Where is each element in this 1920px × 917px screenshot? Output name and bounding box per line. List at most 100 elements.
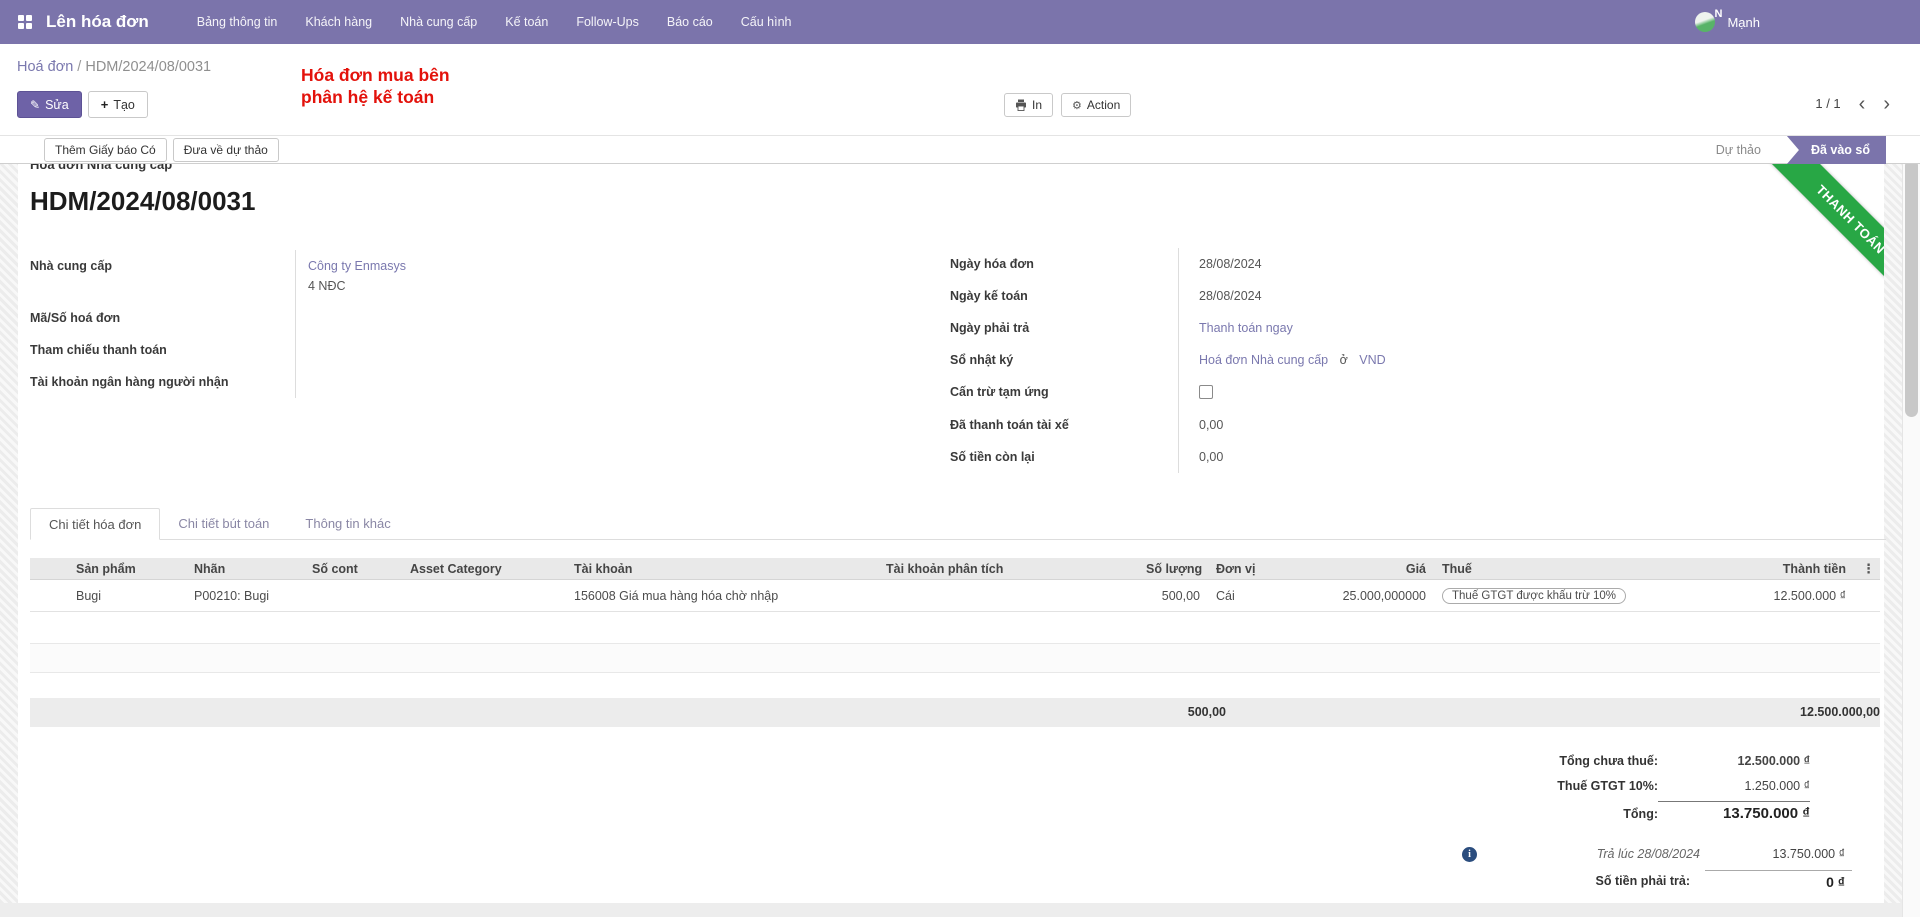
menu-customers[interactable]: Khách hàng [291, 0, 386, 44]
tax-pill[interactable]: Thuế GTGT được khấu trừ 10% [1442, 588, 1626, 604]
reset-to-draft-button[interactable]: Đưa về dự thảo [173, 138, 279, 162]
col-subtotal[interactable]: Thành tiền [1754, 562, 1854, 576]
state-draft[interactable]: Dự thảo [1690, 143, 1787, 157]
edit-create-buttons: ✎ Sửa + Tạo [17, 91, 148, 118]
pager-counter: 1 / 1 [1815, 96, 1840, 111]
col-asset-category[interactable]: Asset Category [402, 562, 566, 576]
navbar-right: 2 N Mạnh [1320, 0, 1920, 44]
notebook-tabs: Chi tiết hóa đơn Chi tiết bút toán Thông… [30, 508, 1886, 540]
print-button[interactable]: In [1004, 93, 1053, 117]
action-button[interactable]: ⚙ Action [1061, 93, 1131, 117]
col-uom[interactable]: Đơn vị [1208, 562, 1270, 576]
invoice-ref-value[interactable] [295, 302, 590, 334]
cell-price[interactable]: 25.000,000000 [1270, 589, 1434, 603]
journal-link[interactable]: Hoá đơn Nhà cung cấp [1199, 353, 1328, 367]
col-tax[interactable]: Thuế [1434, 562, 1754, 576]
menu-dashboard[interactable]: Bảng thông tin [183, 0, 292, 44]
create-button[interactable]: + Tạo [88, 91, 148, 118]
total-amount: 12.500.000,00 [1718, 705, 1880, 719]
state-posted[interactable]: Đã vào sổ [1787, 136, 1886, 164]
vendor-link[interactable]: Công ty Enmasys [308, 259, 406, 273]
invoice-date-value: 28/08/2024 [1178, 248, 1540, 280]
menu-vendors[interactable]: Nhà cung cấp [386, 0, 491, 44]
total-quantity: 500,00 [1118, 705, 1226, 719]
currency-link[interactable]: VND [1359, 353, 1385, 367]
form-sheet: Hóa đơn Nhà cung cấp HDM/2024/08/0031 Nh… [18, 164, 1884, 903]
right-field-group: Ngày hóa đơn 28/08/2024 Ngày kế toán 28/… [950, 248, 1540, 473]
col-price[interactable]: Giá [1270, 562, 1434, 576]
app-title[interactable]: Lên hóa đơn [46, 12, 149, 32]
cell-subtotal: 12.500.000 ₫ [1754, 589, 1854, 603]
menu-reports[interactable]: Báo cáo [653, 0, 727, 44]
offset-advance-label: Cấn trừ tạm ứng [950, 376, 1178, 409]
plus-icon: + [101, 97, 109, 112]
table-totals-band: 500,00 12.500.000,00 [30, 698, 1880, 727]
payment-ref-value[interactable] [295, 334, 590, 366]
vendor-value: Công ty Enmasys 4 NĐC [295, 250, 590, 302]
total-label: Tổng: [1290, 807, 1658, 821]
vendor-sub: 4 NĐC [308, 279, 590, 293]
user-avatar: N [1695, 12, 1715, 32]
annotation-line1: Hóa đơn mua bên [301, 64, 450, 86]
table-row[interactable]: Bugi P00210: Bugi 156008 Giá mua hàng hó… [30, 580, 1880, 612]
pager-prev-icon[interactable]: ‹ [1859, 97, 1866, 111]
bank-account-label: Tài khoản ngân hàng người nhận [30, 366, 295, 398]
driver-paid-value: 0,00 [1178, 409, 1540, 441]
apps-grid-icon[interactable] [18, 15, 32, 29]
invoice-lines-table: Sản phẩm Nhãn Số cont Asset Category Tài… [30, 558, 1880, 612]
tab-journal-items[interactable]: Chi tiết bút toán [160, 508, 287, 539]
accounting-date-value: 28/08/2024 [1178, 280, 1540, 312]
sheet-left-margin [0, 164, 18, 903]
col-account[interactable]: Tài khoản [566, 562, 878, 576]
vertical-scrollbar[interactable]: ▲ [1902, 135, 1920, 917]
col-product[interactable]: Sản phẩm [68, 562, 186, 576]
statusbar: Thêm Giấy báo Có Đưa về dự thảo Dự thảo … [0, 135, 1920, 164]
left-field-group: Nhà cung cấp Công ty Enmasys 4 NĐC Mã/Số… [30, 250, 590, 398]
driver-paid-label: Đã thanh toán tài xế [950, 409, 1178, 441]
cell-uom[interactable]: Cái [1208, 589, 1270, 603]
offset-advance-checkbox[interactable] [1199, 385, 1213, 399]
add-credit-note-button[interactable]: Thêm Giấy báo Có [44, 138, 167, 162]
top-navbar: Lên hóa đơn Bảng thông tin Khách hàng Nh… [0, 0, 1920, 44]
amount-remaining-value: 0,00 [1178, 441, 1540, 473]
cell-quantity[interactable]: 500,00 [1138, 589, 1208, 603]
document-number: HDM/2024/08/0031 [30, 186, 255, 217]
tab-invoice-lines[interactable]: Chi tiết hóa đơn [30, 508, 160, 540]
menu-followups[interactable]: Follow-Ups [562, 0, 653, 44]
user-menu[interactable]: N Mạnh [1695, 0, 1760, 44]
gear-icon: ⚙ [1072, 99, 1082, 112]
scrollbar-thumb[interactable] [1905, 159, 1918, 417]
printer-icon [1015, 99, 1027, 111]
optional-columns-icon[interactable]: ⋮ [1854, 561, 1880, 577]
bank-account-value[interactable] [295, 366, 590, 398]
col-container[interactable]: Số cont [304, 562, 402, 576]
accounting-date-label: Ngày kế toán [950, 280, 1178, 312]
col-quantity[interactable]: Số lượng [1138, 562, 1208, 576]
breadcrumb: Hoá đơn / HDM/2024/08/0031 [17, 59, 211, 75]
untaxed-label: Tổng chưa thuế: [1290, 754, 1658, 768]
offset-advance-value [1178, 376, 1540, 409]
cell-product[interactable]: Bugi [68, 589, 186, 603]
total-value: 13.750.000 ₫ [1658, 801, 1810, 822]
empty-table-row[interactable] [30, 643, 1880, 673]
breadcrumb-parent[interactable]: Hoá đơn [17, 59, 73, 75]
journal-value: Hoá đơn Nhà cung cấp ở VND [1178, 344, 1540, 376]
company-letter: N [1715, 8, 1723, 20]
edit-button[interactable]: ✎ Sửa [17, 91, 82, 118]
cell-tax: Thuế GTGT được khấu trừ 10% [1434, 588, 1754, 604]
menu-accounting[interactable]: Kế toán [491, 0, 562, 44]
control-panel: Hoá đơn / HDM/2024/08/0031 Hóa đơn mua b… [0, 44, 1920, 135]
sheet-right-margin [1884, 164, 1902, 903]
cell-account[interactable]: 156008 Giá mua hàng hóa chờ nhập [566, 589, 878, 603]
invoice-date-label: Ngày hóa đơn [950, 248, 1178, 280]
statusbar-buttons: Thêm Giấy báo Có Đưa về dự thảo [44, 138, 279, 162]
cell-label[interactable]: P00210: Bugi [186, 589, 304, 603]
menu-settings[interactable]: Cấu hình [727, 0, 806, 44]
tab-other-info[interactable]: Thông tin khác [287, 508, 408, 539]
annotation-note: Hóa đơn mua bên phân hệ kế toán [301, 64, 450, 108]
col-analytic-account[interactable]: Tài khoản phân tích [878, 562, 1138, 576]
payment-terms-link[interactable]: Thanh toán ngay [1199, 321, 1293, 335]
table-header-row: Sản phẩm Nhãn Số cont Asset Category Tài… [30, 558, 1880, 580]
pager-next-icon[interactable]: › [1883, 97, 1890, 111]
col-label[interactable]: Nhãn [186, 562, 304, 576]
